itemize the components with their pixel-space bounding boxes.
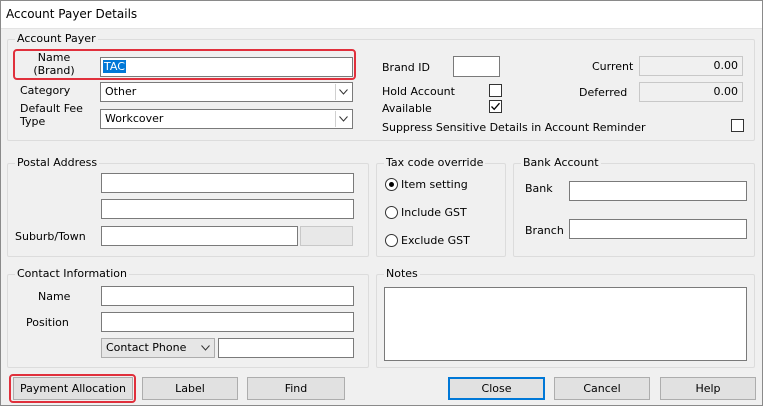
label-button[interactable]: Label <box>142 377 238 400</box>
bank-label: Bank <box>525 182 553 195</box>
chevron-down-icon <box>335 84 351 100</box>
notes-group-title: Notes <box>384 267 420 280</box>
name-highlight <box>13 49 356 80</box>
phone-type-select[interactable]: Contact Phone <box>101 338 215 358</box>
category-select[interactable]: Other <box>100 82 353 102</box>
help-button[interactable]: Help <box>660 377 756 400</box>
item-setting-label: Item setting <box>401 178 468 191</box>
category-value: Other <box>105 85 137 98</box>
postal-address-group-title: Postal Address <box>15 156 100 169</box>
category-label: Category <box>20 84 71 97</box>
window-title: Account Payer Details <box>6 7 138 21</box>
postcode-field <box>300 226 353 246</box>
account-payer-group-title: Account Payer <box>15 32 98 45</box>
chevron-down-icon <box>335 111 351 127</box>
current-field: 0.00 <box>639 56 743 76</box>
fee-type-label-line2: Type <box>20 115 46 128</box>
suppress-checkbox[interactable] <box>731 119 744 132</box>
phone-type-value: Contact Phone <box>106 341 187 354</box>
contact-name-label: Name <box>38 290 71 303</box>
radio-item-setting[interactable] <box>385 178 398 191</box>
tax-code-group-title: Tax code override <box>384 156 486 169</box>
brand-id-input[interactable] <box>453 56 500 77</box>
bank-account-group-title: Bank Account <box>521 156 601 169</box>
fee-type-label-line1: Default Fee <box>20 102 83 115</box>
current-label: Current <box>592 60 634 73</box>
fee-type-value: Workcover <box>105 112 164 125</box>
fee-type-select[interactable]: Workcover <box>100 109 353 129</box>
contact-info-group-title: Contact Information <box>15 267 129 280</box>
available-checkbox[interactable] <box>489 100 502 113</box>
suppress-label: Suppress Sensitive Details in Account Re… <box>382 121 646 134</box>
account-payer-dialog: Account Payer Details Account Payer Name… <box>0 0 763 406</box>
position-input[interactable] <box>101 312 354 332</box>
address-line2-input[interactable] <box>101 199 354 219</box>
include-gst-label: Include GST <box>401 206 467 219</box>
close-button[interactable]: Close <box>448 377 545 400</box>
fee-type-label: Default Fee Type <box>20 102 83 128</box>
notes-textarea[interactable] <box>384 287 747 361</box>
find-button[interactable]: Find <box>247 377 345 400</box>
branch-label: Branch <box>525 224 564 237</box>
chevron-down-icon <box>197 340 213 356</box>
check-icon <box>491 102 500 111</box>
position-label: Position <box>26 316 69 329</box>
payment-allocation-highlight <box>9 374 136 403</box>
radio-include-gst[interactable] <box>385 206 398 219</box>
cancel-button[interactable]: Cancel <box>554 377 650 400</box>
bank-input[interactable] <box>569 181 747 201</box>
address-line1-input[interactable] <box>101 173 354 193</box>
title-bar: Account Payer Details <box>1 1 762 29</box>
bank-account-group: Bank Account <box>513 156 755 257</box>
hold-account-checkbox[interactable] <box>489 84 502 97</box>
deferred-field: 0.00 <box>639 82 743 102</box>
suburb-label: Suburb/Town <box>15 230 86 243</box>
exclude-gst-label: Exclude GST <box>401 234 470 247</box>
brand-id-label: Brand ID <box>382 61 430 74</box>
phone-input[interactable] <box>218 338 354 358</box>
deferred-value: 0.00 <box>713 85 739 98</box>
current-value: 0.00 <box>713 59 739 72</box>
suburb-input[interactable] <box>101 226 298 246</box>
deferred-label: Deferred <box>579 86 628 99</box>
hold-account-label: Hold Account <box>382 85 455 98</box>
contact-name-input[interactable] <box>101 286 354 306</box>
available-label: Available <box>382 102 432 115</box>
radio-exclude-gst[interactable] <box>385 234 398 247</box>
branch-input[interactable] <box>569 219 747 239</box>
